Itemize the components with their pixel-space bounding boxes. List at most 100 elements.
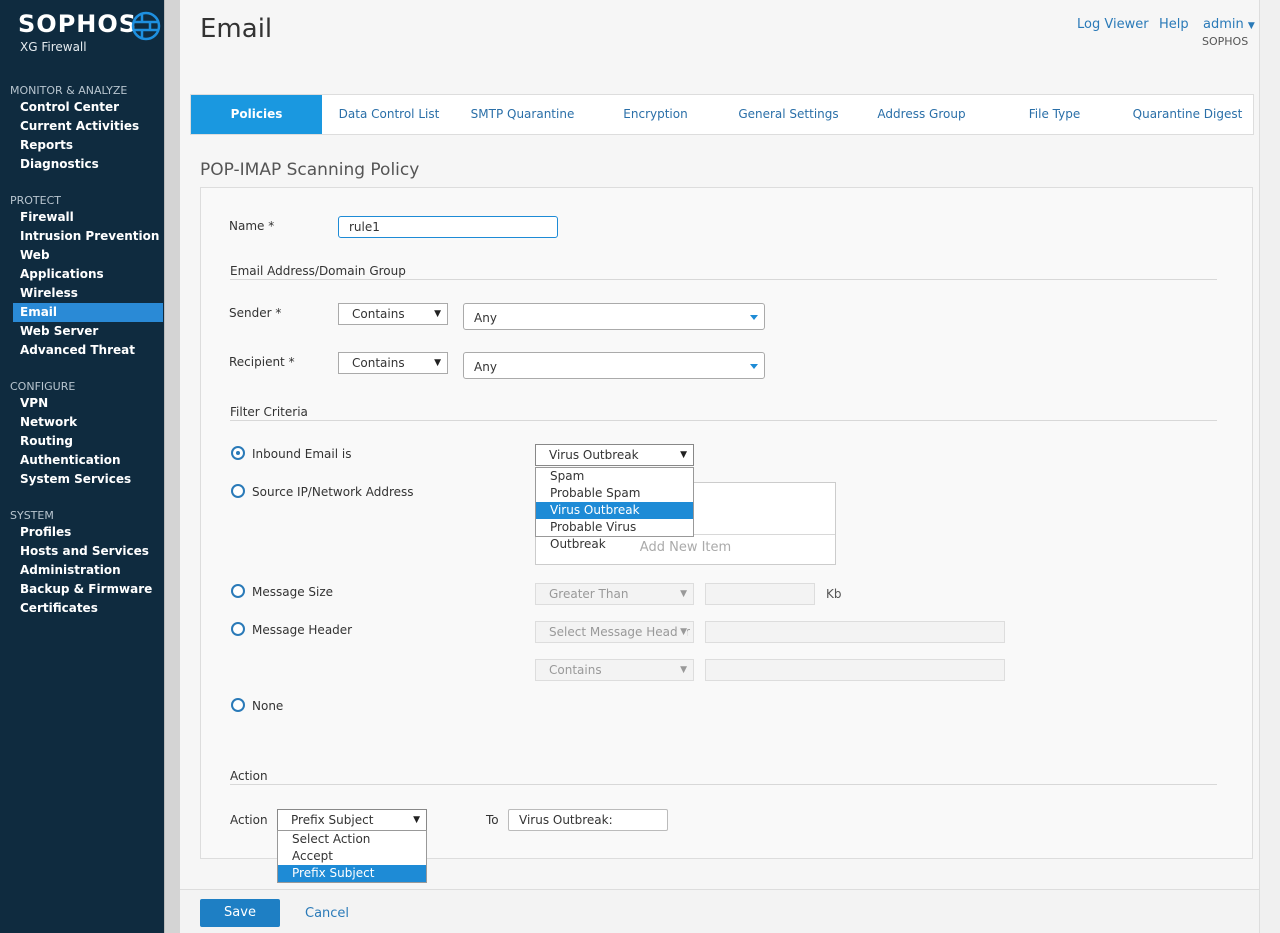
caret-down-icon: ▼ <box>680 589 687 599</box>
nav-item-certificates[interactable]: Certificates <box>13 599 163 618</box>
tab-bar: Policies Data Control List SMTP Quaranti… <box>190 94 1254 135</box>
inbound-option-probable-virus-outbreak[interactable]: Probable Virus Outbreak <box>536 519 693 551</box>
nav-item-system-services[interactable]: System Services <box>13 470 163 489</box>
org-name: SOPHOS <box>1202 35 1249 48</box>
name-input[interactable]: rule1 <box>338 216 558 238</box>
action-label: Action <box>230 813 268 827</box>
admin-menu[interactable]: admin ▼ <box>1203 17 1255 32</box>
message-header-label: Message Header <box>252 623 353 637</box>
tab-policies[interactable]: Policies <box>191 95 322 134</box>
header-select-value: Select Message Header <box>549 625 690 639</box>
nav-item-wireless[interactable]: Wireless <box>13 284 163 303</box>
inbound-option-probable-spam[interactable]: Probable Spam <box>536 485 693 502</box>
tab-general-settings[interactable]: General Settings <box>722 95 855 134</box>
tab-quarantine-digest[interactable]: Quarantine Digest <box>1121 95 1254 134</box>
tab-data-control-list[interactable]: Data Control List <box>322 95 456 134</box>
recipient-match-value: Contains <box>352 356 405 370</box>
action-dropdown: Select Action Accept Prefix Subject <box>277 830 427 883</box>
nav-item-routing[interactable]: Routing <box>13 432 163 451</box>
nav-item-hosts-and-services[interactable]: Hosts and Services <box>13 542 163 561</box>
recipient-match-select[interactable]: Contains ▼ <box>338 352 448 374</box>
nav-item-reports[interactable]: Reports <box>13 136 163 155</box>
caret-down-icon: ▼ <box>680 450 687 460</box>
header-text-input[interactable] <box>705 659 1005 681</box>
nav-item-web[interactable]: Web <box>13 246 163 265</box>
sender-match-value: Contains <box>352 307 405 321</box>
nav-item-control-center[interactable]: Control Center <box>13 98 163 117</box>
action-option-prefix-subject[interactable]: Prefix Subject <box>278 865 426 882</box>
address-group-heading: Email Address/Domain Group <box>230 264 406 278</box>
log-viewer-link[interactable]: Log Viewer <box>1077 17 1149 32</box>
nav-item-firewall[interactable]: Firewall <box>13 208 163 227</box>
recipient-combo[interactable]: Any <box>463 352 765 379</box>
page-title: Email <box>200 14 273 44</box>
sidebar-scrollbar[interactable] <box>164 0 180 933</box>
page-scrollbar[interactable] <box>1259 0 1280 933</box>
action-option-select-action[interactable]: Select Action <box>278 831 426 848</box>
inbound-option-virus-outbreak[interactable]: Virus Outbreak <box>536 502 693 519</box>
nav-item-email[interactable]: Email <box>13 303 163 322</box>
cancel-button[interactable]: Cancel <box>305 906 349 921</box>
help-link[interactable]: Help <box>1159 17 1189 32</box>
nav-item-applications[interactable]: Applications <box>13 265 163 284</box>
inbound-select[interactable]: Virus Outbreak ▼ <box>535 444 694 466</box>
main-content: Email Log Viewer Help admin ▼ SOPHOS Pol… <box>180 0 1280 933</box>
tab-encryption[interactable]: Encryption <box>589 95 722 134</box>
header-select[interactable]: Select Message Header ▼ <box>535 621 694 643</box>
action-value: Prefix Subject <box>291 813 374 827</box>
action-heading: Action <box>230 769 268 783</box>
section-title: POP-IMAP Scanning Policy <box>200 160 420 180</box>
header-value-input[interactable] <box>705 621 1005 643</box>
nav-item-current-activities[interactable]: Current Activities <box>13 117 163 136</box>
divider <box>230 784 1217 785</box>
name-label: Name * <box>229 219 275 233</box>
nav-section-monitor: MONITOR & ANALYZE <box>10 84 128 97</box>
sender-combo[interactable]: Any <box>463 303 765 330</box>
inbound-radio[interactable] <box>231 446 245 460</box>
nav-item-web-server[interactable]: Web Server <box>13 322 163 341</box>
message-size-label: Message Size <box>252 585 334 599</box>
nav-item-network[interactable]: Network <box>13 413 163 432</box>
nav-item-vpn[interactable]: VPN <box>13 394 163 413</box>
inbound-value: Virus Outbreak <box>549 448 639 462</box>
nav-item-diagnostics[interactable]: Diagnostics <box>13 155 163 174</box>
filter-heading: Filter Criteria <box>230 405 308 419</box>
caret-down-icon: ▼ <box>680 665 687 675</box>
size-operator-value: Greater Than <box>549 587 629 601</box>
footer-bar: Save Cancel <box>180 889 1260 933</box>
policy-form: Name * rule1 Email Address/Domain Group … <box>200 187 1253 859</box>
nav-item-backup-firmware[interactable]: Backup & Firmware <box>13 580 163 599</box>
nav-section-protect: PROTECT <box>10 194 62 207</box>
caret-down-icon: ▼ <box>434 358 441 368</box>
nav-item-authentication[interactable]: Authentication <box>13 451 163 470</box>
sophos-globe-icon <box>131 11 161 41</box>
inbound-option-spam[interactable]: Spam <box>536 468 693 485</box>
brand-logo: SOPHOS <box>18 10 138 38</box>
inbound-label: Inbound Email is <box>252 447 352 461</box>
nav-item-profiles[interactable]: Profiles <box>13 523 163 542</box>
sender-value: Any <box>474 311 497 325</box>
size-operator-select[interactable]: Greater Than ▼ <box>535 583 694 605</box>
action-select[interactable]: Prefix Subject ▼ <box>277 809 427 831</box>
tab-address-group[interactable]: Address Group <box>855 95 988 134</box>
source-ip-radio[interactable] <box>231 484 245 498</box>
message-header-radio[interactable] <box>231 622 245 636</box>
header-match-select[interactable]: Contains ▼ <box>535 659 694 681</box>
caret-down-icon: ▼ <box>413 815 420 825</box>
tab-smtp-quarantine[interactable]: SMTP Quarantine <box>456 95 589 134</box>
message-size-radio[interactable] <box>231 584 245 598</box>
size-input[interactable] <box>705 583 815 605</box>
nav-item-intrusion-prevention[interactable]: Intrusion Prevention <box>13 227 163 246</box>
nav-item-administration[interactable]: Administration <box>13 561 163 580</box>
tab-file-type[interactable]: File Type <box>988 95 1121 134</box>
none-radio[interactable] <box>231 698 245 712</box>
none-label: None <box>252 699 284 713</box>
nav-item-advanced-threat[interactable]: Advanced Threat <box>13 341 163 360</box>
chevron-down-icon <box>750 364 758 369</box>
action-option-accept[interactable]: Accept <box>278 848 426 865</box>
nav-section-configure: CONFIGURE <box>10 380 76 393</box>
sender-match-select[interactable]: Contains ▼ <box>338 303 448 325</box>
recipient-label: Recipient * <box>229 355 295 369</box>
prefix-subject-input[interactable]: Virus Outbreak: <box>508 809 668 831</box>
save-button[interactable]: Save <box>200 899 280 927</box>
